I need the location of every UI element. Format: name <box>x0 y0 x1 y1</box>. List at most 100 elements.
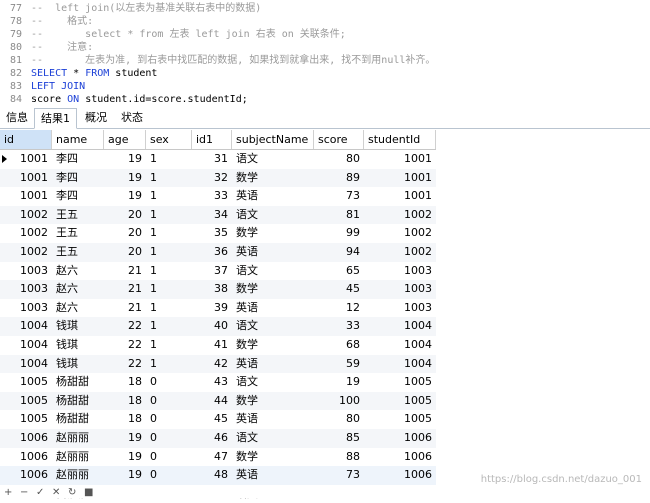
cell-sex[interactable]: 1 <box>146 262 192 281</box>
cell-score[interactable]: 85 <box>314 429 364 448</box>
cell-subjectname[interactable]: 语文 <box>232 262 314 281</box>
cell-subjectname[interactable]: 语文 <box>232 150 314 169</box>
cell-id1[interactable]: 41 <box>192 336 232 355</box>
cell-sex[interactable]: 1 <box>146 206 192 225</box>
cell-score[interactable]: 81 <box>314 206 364 225</box>
cell-age[interactable]: 19 <box>104 169 146 188</box>
column-header-age[interactable]: age <box>104 130 146 149</box>
table-row[interactable]: 1003 赵六 21 1 37 语文 65 1003 <box>0 262 436 281</box>
cell-name[interactable]: 李四 <box>52 169 104 188</box>
cell-sex[interactable]: 1 <box>146 355 192 374</box>
cell-sex[interactable]: 0 <box>146 466 192 485</box>
result-grid[interactable]: id name age sex id1 subjectName score studentId… <box>0 130 650 500</box>
table-row[interactable]: 1006 赵丽丽 19 0 48 英语 73 1006 <box>0 466 436 485</box>
cell-subjectname[interactable]: 数学 <box>232 448 314 467</box>
column-header-subjectname[interactable]: subjectName <box>232 130 314 149</box>
cell-age[interactable]: 22 <box>104 336 146 355</box>
cell-name[interactable]: 王五 <box>52 224 104 243</box>
cell-name[interactable]: 赵六 <box>52 280 104 299</box>
cell-name[interactable]: 钱琪 <box>52 317 104 336</box>
table-row[interactable]: 1005 杨甜甜 18 0 45 英语 80 1005 <box>0 410 436 429</box>
cell-score[interactable]: 65 <box>314 262 364 281</box>
cell-id1[interactable]: 46 <box>192 429 232 448</box>
cell-score[interactable]: 73 <box>314 466 364 485</box>
cell-id[interactable]: 1006 <box>0 466 52 485</box>
cell-sex[interactable]: 0 <box>146 448 192 467</box>
cell-studentid[interactable]: 1001 <box>364 169 436 188</box>
tab-info[interactable]: 信息 <box>0 108 34 127</box>
cell-studentid[interactable]: 1005 <box>364 410 436 429</box>
cell-age[interactable]: 19 <box>104 150 146 169</box>
table-row[interactable]: 1001 李四 19 1 31 语文 80 1001 <box>0 150 436 169</box>
cell-subjectname[interactable]: 数学 <box>232 224 314 243</box>
cell-age[interactable]: 21 <box>104 280 146 299</box>
cell-sex[interactable]: 1 <box>146 169 192 188</box>
cell-sex[interactable]: 1 <box>146 150 192 169</box>
cell-age[interactable]: 20 <box>104 243 146 262</box>
cell-subjectname[interactable]: 英语 <box>232 243 314 262</box>
cell-id[interactable]: 1003 <box>0 262 52 281</box>
cell-studentid[interactable]: 1004 <box>364 355 436 374</box>
table-row[interactable]: 1002 王五 20 1 36 英语 94 1002 <box>0 243 436 262</box>
cell-id[interactable]: 1006 <box>0 429 52 448</box>
cell-id1[interactable]: 35 <box>192 224 232 243</box>
cell-sex[interactable]: 0 <box>146 410 192 429</box>
table-row[interactable]: 1003 赵六 21 1 38 数学 45 1003 <box>0 280 436 299</box>
cell-id[interactable]: 1002 <box>0 206 52 225</box>
cell-id[interactable]: 1004 <box>0 317 52 336</box>
cell-studentid[interactable]: 1005 <box>364 373 436 392</box>
cell-subjectname[interactable]: 英语 <box>232 466 314 485</box>
cell-age[interactable]: 18 <box>104 410 146 429</box>
column-header-score[interactable]: score <box>314 130 364 149</box>
cell-id[interactable]: 1005 <box>0 373 52 392</box>
table-row[interactable]: 1006 赵丽丽 19 0 46 语文 85 1006 <box>0 429 436 448</box>
cell-subjectname[interactable]: 英语 <box>232 410 314 429</box>
cell-id1[interactable]: 42 <box>192 355 232 374</box>
cell-subjectname[interactable]: 英语 <box>232 299 314 318</box>
sql-editor[interactable]: 77 -- left join(以左表为基准关联右表中的数据) 78 -- 格式: 79… <box>0 0 650 106</box>
cell-score[interactable]: 12 <box>314 299 364 318</box>
cell-subjectname[interactable]: 语文 <box>232 373 314 392</box>
cell-name[interactable]: 王五 <box>52 243 104 262</box>
table-row[interactable]: 1005 杨甜甜 18 0 43 语文 19 1005 <box>0 373 436 392</box>
tab-result1[interactable]: 结果1 <box>34 108 77 129</box>
cell-score[interactable]: 99 <box>314 224 364 243</box>
cell-subjectname[interactable]: 数学 <box>232 336 314 355</box>
table-row[interactable]: 1002 王五 20 1 34 语文 81 1002 <box>0 205 436 225</box>
cell-age[interactable]: 20 <box>104 206 146 225</box>
column-header-name[interactable]: name <box>52 130 104 149</box>
cell-studentid[interactable]: 1003 <box>364 299 436 318</box>
cell-name[interactable]: 赵丽丽 <box>52 429 104 448</box>
cell-id[interactable]: 1004 <box>0 336 52 355</box>
cell-score[interactable]: 100 <box>314 392 364 411</box>
cell-sex[interactable]: 1 <box>146 336 192 355</box>
cell-id[interactable]: 1001 <box>0 187 52 206</box>
cell-age[interactable]: 21 <box>104 299 146 318</box>
cell-id[interactable]: 1005 <box>0 392 52 411</box>
table-row[interactable]: 1001 李四 19 1 33 英语 73 1001 <box>0 187 436 206</box>
cell-studentid[interactable]: 1003 <box>364 262 436 281</box>
apply-icon[interactable]: ✓ <box>36 487 44 498</box>
cell-score[interactable]: 88 <box>314 448 364 467</box>
cell-name[interactable]: 李四 <box>52 187 104 206</box>
cell-name[interactable]: 杨甜甜 <box>52 392 104 411</box>
tab-status[interactable]: 状态 <box>115 108 149 127</box>
cell-studentid[interactable]: 1005 <box>364 392 436 411</box>
cell-name[interactable]: 杨甜甜 <box>52 373 104 392</box>
cell-subjectname[interactable]: 英语 <box>232 355 314 374</box>
cell-name[interactable]: 钱琪 <box>52 355 104 374</box>
cell-id1[interactable]: 45 <box>192 410 232 429</box>
cell-id1[interactable]: 32 <box>192 169 232 188</box>
cell-score[interactable]: 80 <box>314 410 364 429</box>
cell-id1[interactable]: 38 <box>192 280 232 299</box>
cell-name[interactable]: 李四 <box>52 150 104 169</box>
cell-subjectname[interactable]: 语文 <box>232 429 314 448</box>
tab-overview[interactable]: 概况 <box>79 108 113 127</box>
cell-studentid[interactable]: 1006 <box>364 429 436 448</box>
cell-id[interactable]: 1003 <box>0 299 52 318</box>
cell-sex[interactable]: 1 <box>146 317 192 336</box>
cell-id1[interactable]: 33 <box>192 187 232 206</box>
add-row-icon[interactable]: + <box>4 487 12 498</box>
cell-score[interactable]: 68 <box>314 336 364 355</box>
cell-id1[interactable]: 43 <box>192 373 232 392</box>
